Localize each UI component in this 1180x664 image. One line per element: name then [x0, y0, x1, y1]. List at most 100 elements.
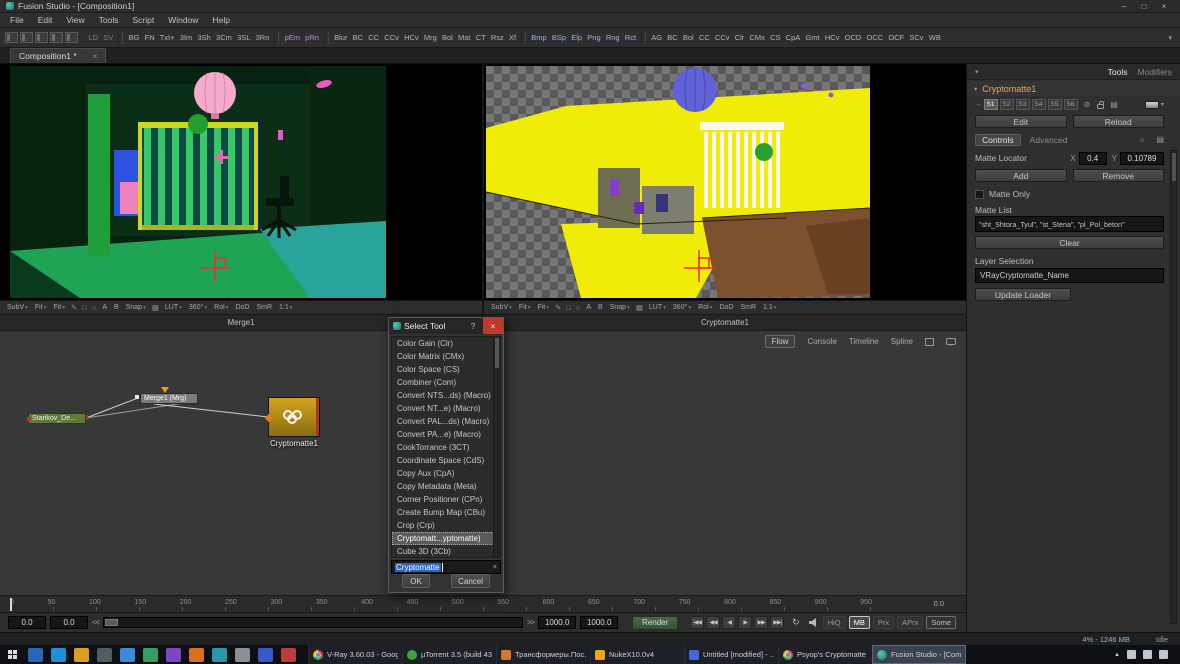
- version-button[interactable]: S5: [1047, 99, 1062, 110]
- viewer-toolbar-button[interactable]: A: [99, 304, 110, 311]
- range-slider[interactable]: [103, 617, 523, 628]
- toolbar-tool-button[interactable]: Bol: [680, 31, 696, 44]
- transport-button[interactable]: ▶▶|: [770, 616, 785, 629]
- viewer-toolbar-button[interactable]: ▦: [634, 303, 645, 312]
- toolbar-tool-button[interactable]: Rsz: [488, 31, 506, 44]
- toolbar-tool-button[interactable]: 3Rn: [253, 31, 272, 44]
- toolbar-tool-button[interactable]: FN: [142, 31, 157, 44]
- pinned-app-icon[interactable]: [258, 647, 273, 662]
- pinned-app-icon[interactable]: [189, 647, 204, 662]
- layout-preset-icon[interactable]: [20, 32, 33, 43]
- matte-only-checkbox[interactable]: [975, 189, 984, 199]
- layout-preset-icon[interactable]: [50, 32, 63, 43]
- toolbar-tool-button[interactable]: HCv: [822, 31, 842, 44]
- viewer-toolbar-button[interactable]: ✎: [69, 303, 79, 312]
- viewer-toolbar-button[interactable]: DoD: [232, 304, 252, 311]
- pinned-app-icon[interactable]: [235, 647, 250, 662]
- flow-panel-tab[interactable]: Flow: [764, 335, 796, 348]
- menu-item[interactable]: Help: [205, 15, 236, 25]
- toolbar-tool-button[interactable]: [520, 31, 526, 44]
- tab-advanced[interactable]: Advanced: [1030, 135, 1068, 145]
- toolbar-tool-button[interactable]: BG: [126, 31, 142, 44]
- viewer-toolbar-button[interactable]: 360°: [670, 304, 694, 311]
- pinned-app-icon[interactable]: [97, 647, 112, 662]
- pinned-app-icon[interactable]: [51, 647, 66, 662]
- version-button[interactable]: S6: [1063, 99, 1078, 110]
- quality-toggle-button[interactable]: MB: [848, 616, 870, 629]
- close-icon[interactable]: ×: [1154, 2, 1174, 11]
- toolbar-tool-button[interactable]: 3Cm: [213, 31, 234, 44]
- toolbar-tool-button[interactable]: Png: [585, 31, 604, 44]
- maximize-icon[interactable]: □: [1134, 2, 1154, 11]
- tool-list-item[interactable]: Color Gain (Clr): [392, 337, 500, 350]
- toolbar-tool-button[interactable]: OCD: [842, 31, 864, 44]
- viewer-toolbar-button[interactable]: Fit: [534, 304, 552, 311]
- quality-toggle-button[interactable]: HiQ: [822, 616, 846, 629]
- toolbar-tool-button[interactable]: CS: [768, 31, 784, 44]
- reload-button[interactable]: Reload: [1072, 115, 1164, 128]
- pinned-app-icon[interactable]: [166, 647, 181, 662]
- range-slider-handle[interactable]: [105, 619, 119, 626]
- toolbar-tool-button[interactable]: Xf: [506, 31, 518, 44]
- transport-button[interactable]: ▶: [738, 616, 753, 629]
- toolbar-tool-button[interactable]: pEm: [282, 31, 303, 44]
- version-button[interactable]: S2: [999, 99, 1014, 110]
- tool-list-item[interactable]: Convert NTS...ds) (Macro): [392, 389, 500, 402]
- remove-button[interactable]: Remove: [1072, 169, 1164, 182]
- matte-list-field[interactable]: "sht_Shtora_Tyul", "st_Stena", "pl_Pol_b…: [975, 216, 1164, 232]
- pinned-app-icon[interactable]: [28, 647, 43, 662]
- viewer-toolbar-button[interactable]: B: [595, 304, 606, 311]
- toolbar-tool-button[interactable]: Blur: [332, 31, 351, 44]
- toolbar-tool-button[interactable]: SCv: [907, 31, 926, 44]
- viewer-toolbar-button[interactable]: ✎: [553, 303, 563, 312]
- viewer-toolbar-button[interactable]: ○: [574, 303, 583, 312]
- toolbar-tool-button[interactable]: CT: [473, 31, 488, 44]
- tool-list-item[interactable]: Color Matrix (CMx): [392, 350, 500, 363]
- tray-icon[interactable]: [1159, 650, 1168, 659]
- timeline-ruler[interactable]: 0501001502002503003504004505005506006507…: [0, 595, 966, 612]
- tab-close-icon[interactable]: ×: [93, 52, 98, 61]
- taskbar-app-button[interactable]: Fusion Studio - [Com...: [872, 645, 966, 664]
- viewer-toolbar-button[interactable]: Snap: [607, 304, 633, 311]
- tool-search-input[interactable]: Cryptomatte ×: [391, 560, 501, 574]
- start-button-icon[interactable]: [0, 645, 24, 664]
- viewer-toolbar-button[interactable]: Rol: [211, 304, 231, 311]
- toolbar-tool-button[interactable]: CMx: [747, 31, 768, 44]
- toolbar-tool-button[interactable]: [273, 31, 279, 44]
- toolbar-tool-button[interactable]: Txt+: [157, 31, 177, 44]
- toolbar-tool-button[interactable]: AG: [649, 31, 665, 44]
- toolbar-tool-button[interactable]: OCC: [864, 31, 886, 44]
- taskbar-app-button[interactable]: µTorrent 3.5 (build 43...: [402, 645, 496, 664]
- minimize-icon[interactable]: –: [1114, 2, 1134, 11]
- tool-list-item[interactable]: Convert NT...e) (Macro): [392, 402, 500, 415]
- panel-collapse-icon[interactable]: ▾: [975, 68, 979, 76]
- pin-icon[interactable]: ▤: [1110, 100, 1118, 109]
- tool-list-item[interactable]: Combiner (Com): [392, 376, 500, 389]
- menu-item[interactable]: Window: [161, 15, 205, 25]
- viewer-toolbar-button[interactable]: Fit: [32, 304, 50, 311]
- audio-icon[interactable]: [808, 617, 819, 628]
- quality-toggle-button[interactable]: APrx: [897, 616, 924, 629]
- pinned-app-icon[interactable]: [143, 647, 158, 662]
- update-loader-button[interactable]: Update Loader: [975, 288, 1071, 301]
- viewer-toolbar-button[interactable]: Fit: [516, 304, 534, 311]
- gear-icon[interactable]: ☼: [1138, 135, 1145, 144]
- scrollbar-thumb[interactable]: [495, 338, 499, 368]
- flow-panel-tab[interactable]: Console: [807, 337, 836, 346]
- toolbar-tool-button[interactable]: BSp: [549, 31, 568, 44]
- tool-list-item[interactable]: Color Space (CS): [392, 363, 500, 376]
- layout-preset-icon[interactable]: [65, 32, 78, 43]
- toolbar-tool-button[interactable]: BC: [350, 31, 366, 44]
- toolbar-tool-button[interactable]: pRn: [303, 31, 322, 44]
- toolbar-tool-button[interactable]: 3Im: [177, 31, 195, 44]
- toolbar-tool-button[interactable]: CCv: [712, 31, 732, 44]
- edit-button[interactable]: Edit: [975, 115, 1067, 128]
- viewer-toolbar-button[interactable]: LUT: [646, 304, 669, 311]
- render-button[interactable]: Render: [632, 615, 679, 630]
- clear-button[interactable]: Clear: [975, 236, 1164, 249]
- composition-tab[interactable]: Composition1 * ×: [10, 48, 107, 63]
- toolbar-tool-button[interactable]: Rng: [603, 31, 622, 44]
- toolbar-tool-button[interactable]: [117, 31, 123, 44]
- taskbar-app-button[interactable]: Psyop's Cryptomatte ...: [778, 645, 872, 664]
- pinned-app-icon[interactable]: [120, 647, 135, 662]
